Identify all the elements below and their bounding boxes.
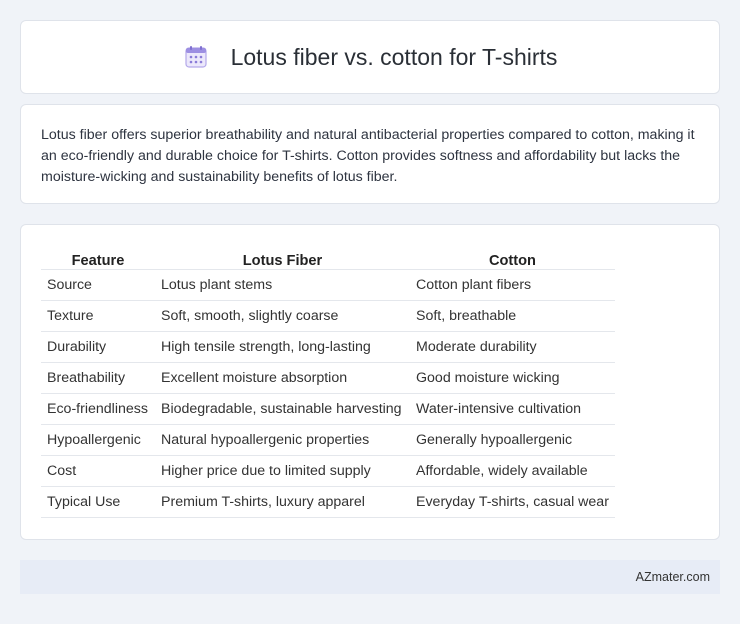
table-cell-cotton: Affordable, widely available [410,455,615,487]
table-cell-lotus: High tensile strength, long-lasting [155,331,410,363]
comparison-table-card: Feature Lotus Fiber Cotton Source Lotus … [20,224,720,540]
table-row: Hypoallergenic Natural hypoallergenic pr… [41,424,615,456]
table-cell-feature: Texture [41,300,155,332]
table-row: Cost Higher price due to limited supply … [41,455,615,487]
table-cell-lotus: Lotus plant stems [155,269,410,301]
column-header-feature: Feature [41,247,155,270]
table-cell-feature: Durability [41,331,155,363]
table-cell-lotus: Excellent moisture absorption [155,362,410,394]
table-cell-feature: Source [41,269,155,301]
column-header-cotton: Cotton [410,247,615,270]
column-header-lotus-fiber: Lotus Fiber [155,247,410,270]
table-cell-feature: Breathability [41,362,155,394]
table-cell-feature: Typical Use [41,486,155,518]
summary-card: Lotus fiber offers superior breathabilit… [20,104,720,204]
table-cell-lotus: Higher price due to limited supply [155,455,410,487]
table-row: Breathability Excellent moisture absorpt… [41,362,615,394]
table-cell-cotton: Generally hypoallergenic [410,424,615,456]
table-cell-cotton: Everyday T-shirts, casual wear [410,486,615,518]
table-cell-feature: Cost [41,455,155,487]
table-cell-lotus: Biodegradable, sustainable harvesting [155,393,410,425]
page-title: Lotus fiber vs. cotton for T-shirts [230,43,558,70]
table-cell-lotus: Natural hypoallergenic properties [155,424,410,456]
table-cell-cotton: Soft, breathable [410,300,615,332]
table-cell-feature: Eco-friendliness [41,393,155,425]
table-row: Texture Soft, smooth, slightly coarse So… [41,300,615,332]
table-cell-feature: Hypoallergenic [41,424,155,456]
table-cell-lotus: Premium T-shirts, luxury apparel [155,486,410,518]
footer-site-link[interactable]: AZmater.com [636,570,710,584]
table-row: Eco-friendliness Biodegradable, sustaina… [41,393,615,425]
table-cell-cotton: Moderate durability [410,331,615,363]
table-row: Typical Use Premium T-shirts, luxury app… [41,486,615,518]
summary-text: Lotus fiber offers superior breathabilit… [41,127,695,185]
table-row: Durability High tensile strength, long-l… [41,331,615,363]
footer: AZmater.com [20,560,720,594]
table-cell-cotton: Cotton plant fibers [410,269,615,301]
table-header-row: Feature Lotus Fiber Cotton [41,247,615,270]
calendar-icon [183,44,209,70]
table-cell-cotton: Good moisture wicking [410,362,615,394]
title-card: Lotus fiber vs. cotton for T-shirts [20,20,720,94]
table-row: Source Lotus plant stems Cotton plant fi… [41,269,615,301]
comparison-table: Feature Lotus Fiber Cotton Source Lotus … [41,247,615,518]
table-cell-lotus: Soft, smooth, slightly coarse [155,300,410,332]
table-cell-cotton: Water-intensive cultivation [410,393,615,425]
